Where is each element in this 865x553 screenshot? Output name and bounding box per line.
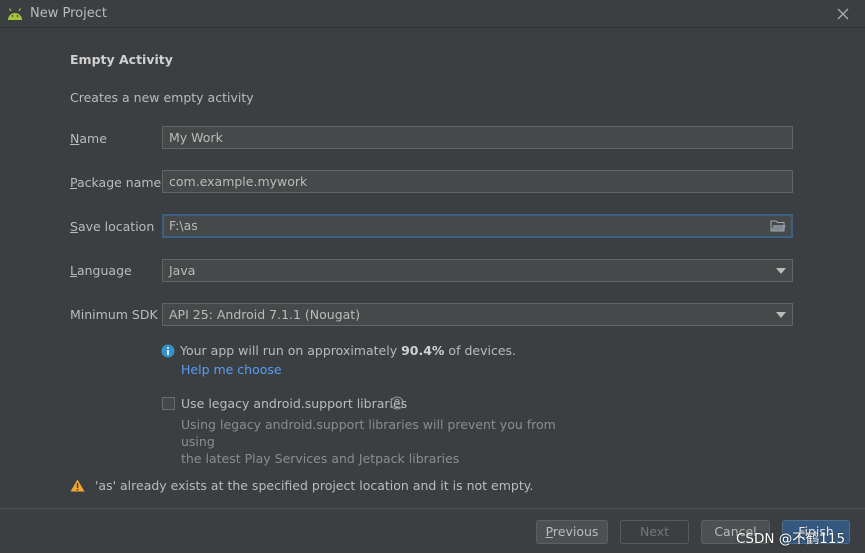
page-heading: Empty Activity: [70, 52, 173, 67]
warning-text: 'as' already exists at the specified pro…: [95, 478, 534, 493]
folder-icon[interactable]: [770, 219, 786, 232]
previous-button[interactable]: Previous: [536, 520, 608, 544]
watermark: CSDN @不鹤115: [736, 531, 846, 547]
chevron-down-icon: [776, 268, 786, 274]
minimum-sdk-value: API 25: Android 7.1.1 (Nougat): [169, 307, 361, 322]
language-select[interactable]: Java: [162, 259, 793, 282]
title-bar: New Project: [0, 0, 865, 28]
warning-icon: [70, 479, 85, 492]
name-label: Name: [70, 131, 107, 146]
minimum-sdk-select[interactable]: API 25: Android 7.1.1 (Nougat): [162, 303, 793, 326]
page-subtitle: Creates a new empty activity: [70, 90, 254, 105]
close-icon[interactable]: [835, 6, 851, 22]
window-title: New Project: [30, 6, 107, 21]
legacy-support-label[interactable]: Use legacy android.support libraries: [181, 396, 407, 411]
package-name-field[interactable]: [162, 170, 793, 193]
next-button[interactable]: Next: [620, 520, 689, 544]
chevron-down-icon: [776, 312, 786, 318]
name-input[interactable]: [169, 127, 749, 148]
save-location-label: Save location: [70, 219, 155, 234]
legacy-support-description: Using legacy android.support libraries w…: [181, 417, 556, 466]
package-name-input[interactable]: [169, 171, 749, 192]
question-icon[interactable]: [390, 396, 404, 410]
info-icon: [161, 344, 175, 358]
coverage-percent: 90.4%: [401, 343, 445, 358]
help-me-choose-link[interactable]: Help me choose: [181, 362, 282, 377]
language-value: Java: [169, 263, 196, 278]
minimum-sdk-label: Minimum SDK: [70, 307, 158, 322]
android-icon: [8, 8, 22, 20]
package-name-label: Package name: [70, 175, 162, 190]
save-location-field[interactable]: [162, 214, 793, 238]
language-label: Language: [70, 263, 132, 278]
save-location-input[interactable]: [169, 216, 749, 235]
legacy-support-checkbox[interactable]: [162, 397, 175, 410]
name-field[interactable]: [162, 126, 793, 149]
